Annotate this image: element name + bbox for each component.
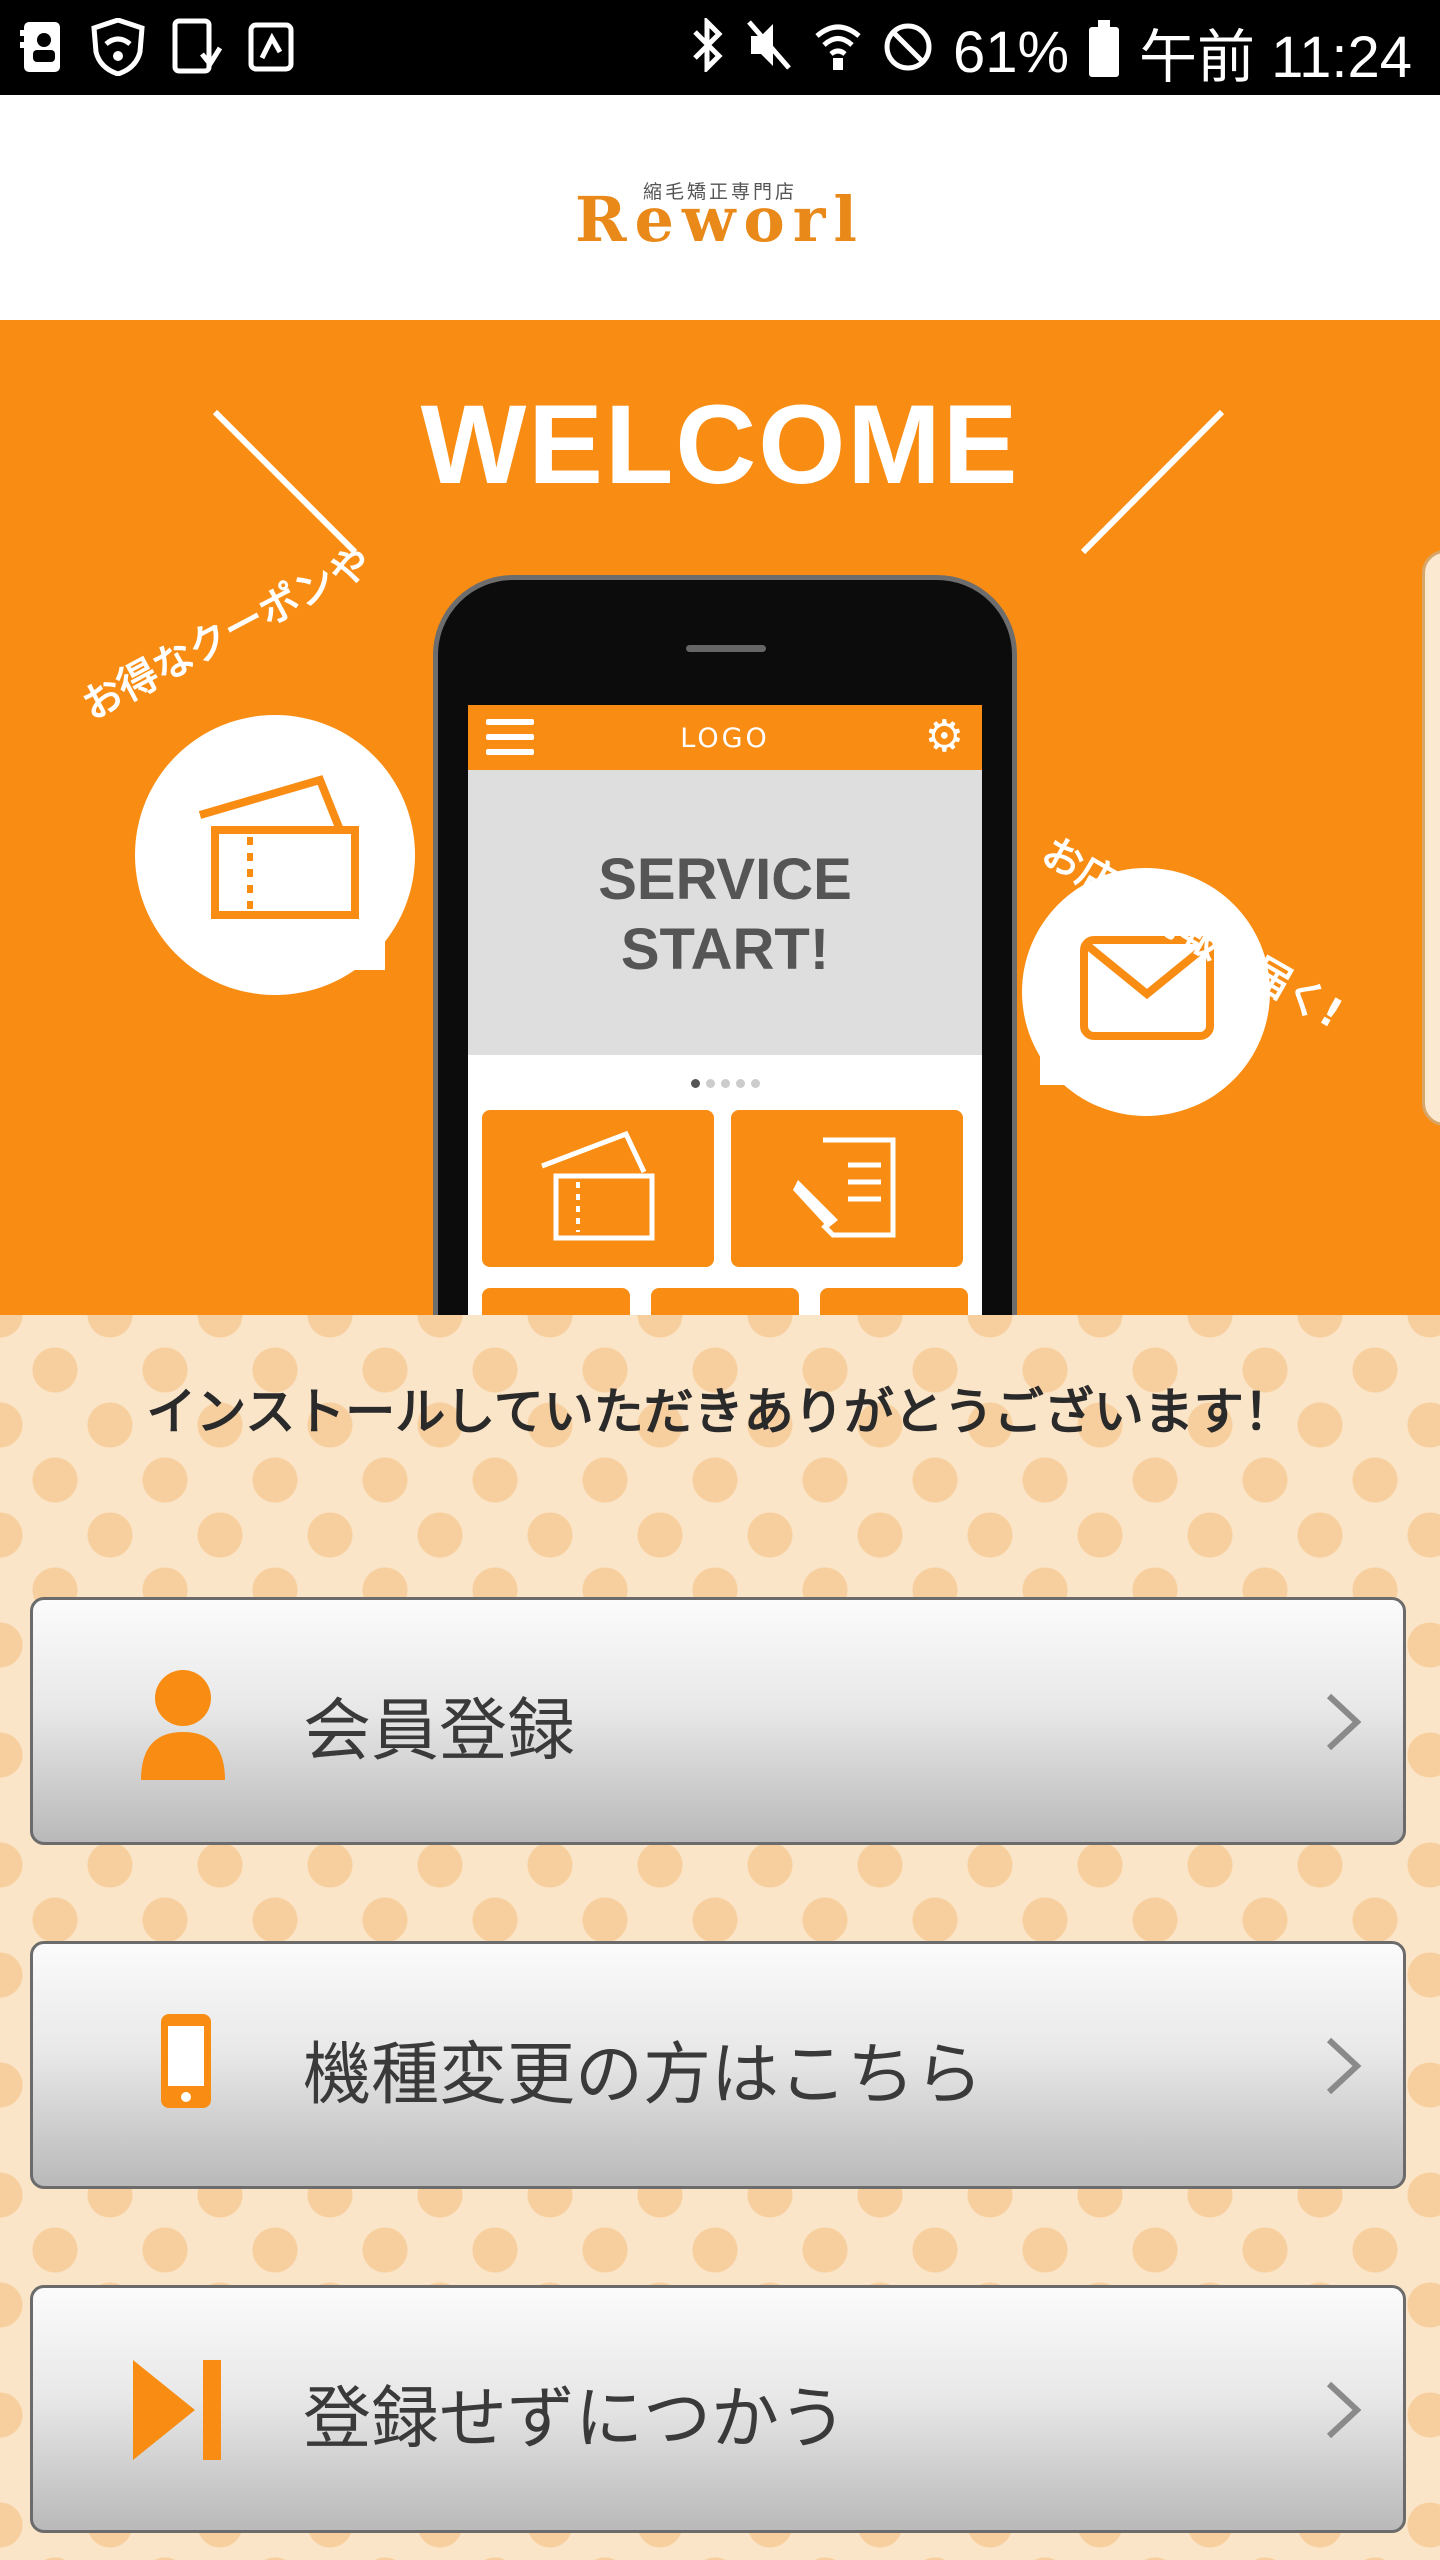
mute-icon bbox=[745, 18, 793, 86]
skip-register-button[interactable]: 登録せずにつかう bbox=[30, 2285, 1406, 2533]
mock-tile bbox=[482, 1288, 630, 1315]
mock-banner: SERVICE START! bbox=[468, 770, 982, 1055]
device-change-button[interactable]: 機種変更の方はこちら bbox=[30, 1941, 1406, 2189]
wifi-icon bbox=[813, 18, 863, 86]
clock: 午前 11:24 bbox=[1139, 25, 1412, 90]
carousel-dots bbox=[468, 1055, 982, 1113]
info-bubble-tail bbox=[1040, 1045, 1090, 1085]
ticket-icon bbox=[198, 775, 359, 919]
chevron-right-icon bbox=[1326, 1693, 1362, 1751]
document-pencil-icon bbox=[793, 1137, 896, 1238]
skip-icon bbox=[133, 2360, 221, 2460]
smartphone-icon bbox=[161, 2014, 211, 2108]
next-slide-peek bbox=[1422, 550, 1440, 1126]
mock-app-bar: LOGO ⚙ bbox=[468, 705, 982, 770]
mock-logo: LOGO bbox=[680, 723, 770, 754]
chevron-right-icon bbox=[1326, 2381, 1362, 2439]
gear-icon: ⚙ bbox=[924, 711, 964, 762]
coupon-bubble-tail bbox=[335, 930, 385, 970]
welcome-hero: WELCOME お得なクーポンや お店の情報が届く! LOGO ⚙ SERVIC… bbox=[0, 320, 1440, 1315]
mock-tile bbox=[820, 1288, 968, 1315]
thanks-message: インストールしていただきありがとうございます！ bbox=[146, 1383, 1294, 1441]
mock-tile bbox=[651, 1288, 799, 1315]
phone-speaker bbox=[686, 645, 766, 652]
phone-screen: LOGO ⚙ SERVICE START! bbox=[468, 705, 982, 1315]
member-register-label: 会員登録 bbox=[303, 1692, 576, 1771]
mock-banner-text: SERVICE START! bbox=[598, 847, 852, 982]
ticket-icon bbox=[541, 1130, 655, 1241]
app-header: 縮毛矯正専門店 Reworl bbox=[0, 95, 1440, 320]
device-change-label: 機種変更の方はこちら bbox=[303, 2036, 984, 2115]
block-icon bbox=[883, 19, 933, 86]
welcome-title: WELCOME bbox=[420, 382, 1020, 507]
battery-icon bbox=[1089, 20, 1120, 77]
logo: Reworl bbox=[575, 183, 865, 256]
member-register-button[interactable]: 会員登録 bbox=[30, 1597, 1406, 1845]
wifi-shield-icon bbox=[90, 17, 146, 80]
mock-tile-coupon bbox=[482, 1110, 714, 1267]
sim-icon bbox=[20, 20, 64, 78]
skip-register-label: 登録せずにつかう bbox=[303, 2380, 848, 2459]
mock-tile-notes bbox=[731, 1110, 963, 1267]
person-icon bbox=[141, 1670, 225, 1780]
status-bar: 61% 午前 11:24 bbox=[0, 0, 1440, 95]
nfc-icon bbox=[248, 22, 294, 76]
download-icon bbox=[172, 18, 223, 80]
bluetooth-icon bbox=[691, 15, 725, 86]
phone-mockup: LOGO ⚙ SERVICE START! bbox=[433, 575, 1017, 1315]
chevron-right-icon bbox=[1326, 2037, 1362, 2095]
battery-percent: 61% bbox=[952, 19, 1070, 85]
